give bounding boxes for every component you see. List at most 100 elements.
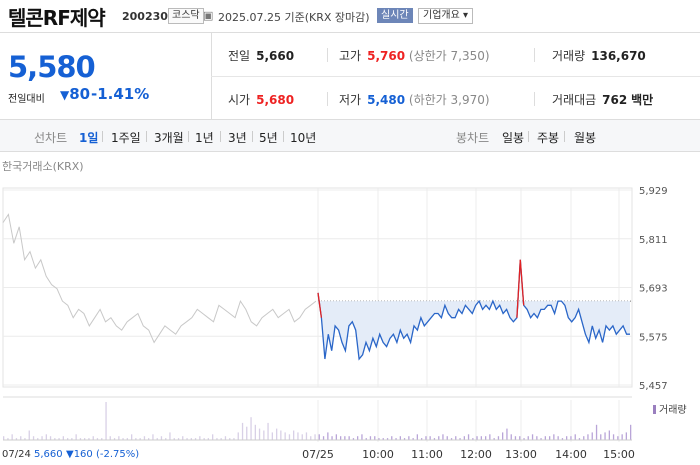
high-label: 고가 [339, 49, 362, 63]
volume-bar [455, 436, 457, 440]
volume-bar [514, 436, 517, 440]
volume-bar [497, 436, 500, 440]
volume-bar [429, 436, 431, 440]
y-tick-label: 5,457 [639, 381, 668, 392]
volume-bar [600, 434, 602, 440]
volume-bar [510, 434, 512, 440]
divider [252, 131, 253, 142]
volume-bar [476, 436, 478, 440]
volume-bar [109, 436, 111, 440]
candle-weekly[interactable]: 주봉 [537, 129, 559, 146]
volume-bar [574, 434, 576, 440]
volume-value: 136,670 [591, 49, 646, 63]
low-value: 5,480 [367, 93, 406, 107]
volume-label: 거래량 [552, 49, 586, 63]
volume-legend-label: 거래량 [659, 404, 687, 416]
period-3m[interactable]: 3개월 [154, 129, 184, 146]
volume-bar [318, 434, 320, 440]
volume-bar [608, 430, 610, 440]
candle-daily[interactable]: 일봉 [502, 129, 524, 146]
volume-bar [305, 432, 308, 440]
volume-bar [625, 432, 627, 440]
x-tick-label: 13:00 [505, 448, 537, 461]
divider [534, 48, 535, 62]
period-1d[interactable]: 1일 [79, 129, 98, 146]
trade-amount: 거래대금 762 백만 [552, 91, 653, 108]
y-tick-label: 5,811 [639, 235, 668, 246]
prev-date-label: 07/24 [2, 449, 31, 460]
change-amount: ▼80 [60, 85, 90, 103]
volume-bar [28, 430, 30, 440]
volume-bar [570, 436, 572, 440]
volume-bar [438, 436, 440, 440]
prev-close-label: 전일 [228, 49, 251, 63]
y-tick-label: 5,575 [639, 332, 668, 343]
divider [327, 92, 328, 106]
x-tick-label: 11:00 [411, 448, 443, 461]
open-label: 시가 [228, 93, 251, 107]
prev-change-bottom: ▼160 (-2.75%) [66, 449, 139, 460]
volume-bar [327, 432, 329, 440]
quote-basis: 기준(KRX 장마감) [284, 11, 370, 24]
period-3y[interactable]: 3년 [228, 129, 247, 146]
quote-panel: 5,580 전일대비 ▼80 -1.41% 전일 5,660 고가 5,760 (상… [0, 33, 700, 120]
volume-bar [169, 432, 171, 440]
volume-bar [416, 434, 418, 440]
volume-bar [566, 436, 568, 440]
divider [528, 131, 529, 142]
volume-bar [62, 436, 64, 440]
stock-header: 텔콘RF제약 200230 코스닥 ▣ 2025.07.25 기준(KRX 장마… [0, 0, 700, 33]
realtime-button[interactable]: 실시간 [377, 8, 413, 23]
volume-bar [369, 436, 372, 440]
y-tick-label: 5,693 [639, 284, 668, 295]
volume-bar [297, 432, 299, 440]
volume-bar [20, 436, 22, 440]
volume-bar [344, 436, 346, 440]
volume-bar [75, 434, 77, 440]
period-10y[interactable]: 10년 [290, 129, 316, 146]
volume-bar [32, 436, 35, 440]
divider [211, 76, 700, 77]
volume-bar [212, 434, 214, 440]
period-1y[interactable]: 1년 [195, 129, 214, 146]
volume-bar [557, 436, 559, 440]
market-badge: 코스닥 [168, 8, 204, 24]
volume-bar [237, 432, 239, 440]
period-5y[interactable]: 5년 [259, 129, 278, 146]
volume-bar [49, 436, 52, 440]
prev-close-value: 5,660 [256, 49, 295, 63]
x-tick-label: 14:00 [555, 448, 587, 461]
volume-bar [361, 434, 363, 440]
volume-bar [617, 436, 619, 440]
price-chart[interactable]: 한국거래소(KRX) 5,929 5,811 5,693 5,575 5,457 07/25… [0, 152, 700, 465]
high-value: 5,760 [367, 49, 406, 63]
stock-name: 텔콘RF제약 [8, 6, 106, 30]
volume-bar [502, 432, 504, 440]
volume-bar [357, 436, 359, 440]
change-amount-value: 80 [69, 85, 91, 103]
period-1w[interactable]: 1주일 [111, 129, 141, 146]
candle-monthly[interactable]: 월봉 [574, 129, 596, 146]
prev-close: 전일 5,660 [228, 47, 294, 64]
volume-bar [348, 436, 350, 440]
volume-bar [553, 434, 555, 440]
open-price: 시가 5,680 [228, 91, 294, 108]
down-triangle-icon: ▼ [60, 88, 70, 102]
amount-value: 762 [602, 93, 628, 107]
company-info-dropdown[interactable]: 기업개요 ▾ [418, 8, 473, 24]
volume-bar [549, 436, 551, 440]
volume-bar [280, 430, 282, 440]
volume-bar [480, 436, 482, 440]
volume-bar [442, 434, 444, 440]
volume-bar [391, 436, 393, 440]
volume-bar [583, 436, 585, 440]
volume-bar [152, 434, 154, 440]
line-chart-label: 선차트 [34, 131, 68, 145]
volume-bar [271, 432, 273, 440]
volume-bar [399, 436, 401, 440]
volume-bar [591, 432, 593, 440]
x-tick-label: 15:00 [603, 448, 635, 461]
divider [188, 131, 189, 142]
volume-bar [335, 434, 337, 440]
volume-legend-swatch [653, 405, 656, 414]
